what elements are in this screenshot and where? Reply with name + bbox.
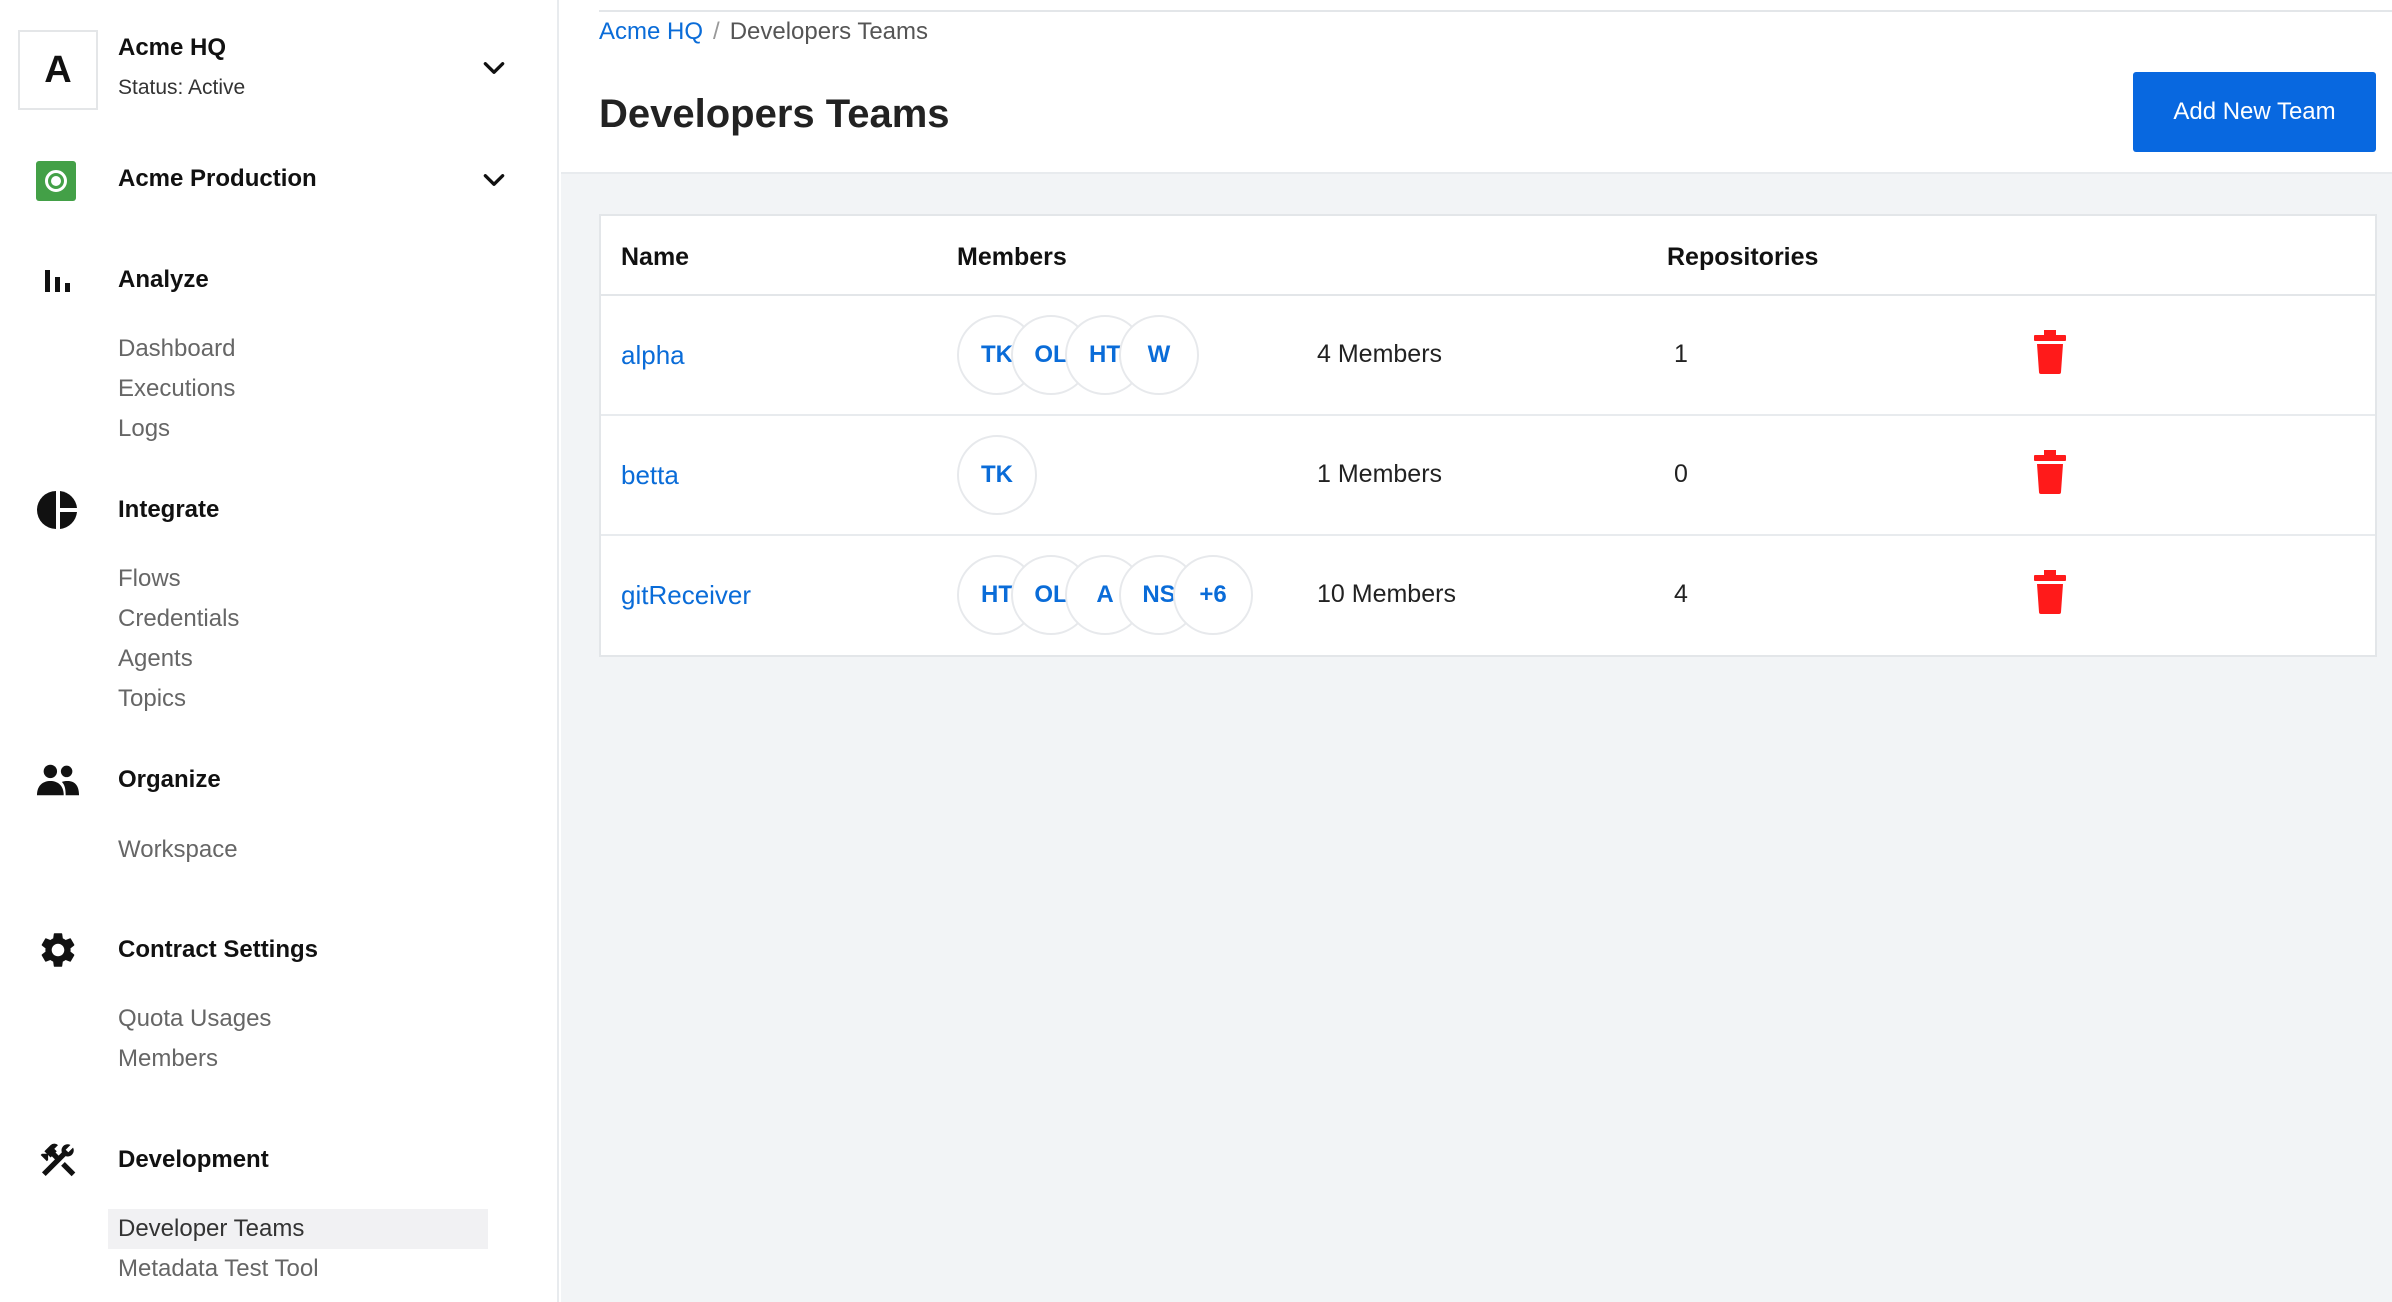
nav-section-title: Organize	[118, 766, 221, 793]
repository-count: 4	[1674, 580, 1688, 608]
trash-icon[interactable]	[2033, 450, 2067, 494]
nav-section-title: Contract Settings	[118, 936, 319, 963]
column-header-repositories: Repositories	[1667, 243, 1819, 271]
sidebar-item-metadata-test-tool[interactable]: Metadata Test Tool	[108, 1249, 488, 1289]
member-count: 4 Members	[1317, 340, 1443, 368]
repository-count: 0	[1674, 460, 1688, 488]
environment-name: Acme Production	[118, 165, 317, 192]
trash-icon[interactable]	[2033, 570, 2067, 614]
pie-chart-icon	[36, 488, 80, 532]
member-count: 1 Members	[1317, 460, 1443, 488]
breadcrumb-current: Developers Teams	[729, 18, 929, 45]
column-header-name: Name	[621, 243, 690, 271]
people-icon	[36, 758, 80, 802]
table-header: Name Members Repositories	[601, 216, 2375, 296]
avatar[interactable]: TK	[957, 435, 1037, 515]
sidebar-item-logs[interactable]: Logs	[108, 409, 488, 449]
member-count: 10 Members	[1317, 580, 1456, 608]
org-switcher[interactable]: A Acme HQ Status: Active	[18, 30, 518, 110]
nav-section-title: Development	[118, 1146, 269, 1173]
table-row: alpha TK OL HT W 4 Members 1	[601, 296, 2375, 416]
team-name-link[interactable]: alpha	[621, 340, 685, 371]
sidebar-item-topics[interactable]: Topics	[108, 679, 488, 719]
sidebar-item-agents[interactable]: Agents	[108, 639, 488, 679]
add-new-team-button[interactable]: Add New Team	[2133, 72, 2376, 152]
main-content: Acme HQ / Developers Teams Developers Team…	[561, 0, 2392, 1302]
sidebar: A Acme HQ Status: Active Acme Production…	[0, 0, 559, 1302]
table-row: betta TK 1 Members 0	[601, 416, 2375, 536]
divider	[599, 10, 2392, 12]
sidebar-item-developer-teams[interactable]: Developer Teams	[108, 1209, 488, 1249]
tools-icon	[36, 1138, 80, 1182]
sidebar-item-quota-usages[interactable]: Quota Usages	[108, 999, 488, 1039]
column-header-members: Members	[957, 243, 1067, 271]
page-title: Developers Teams	[599, 92, 950, 136]
avatar[interactable]: W	[1119, 315, 1199, 395]
chevron-down-icon[interactable]	[480, 166, 508, 194]
team-name-link[interactable]: betta	[621, 460, 679, 491]
nav-section-title: Integrate	[118, 496, 220, 523]
team-name-link[interactable]: gitReceiver	[621, 580, 751, 611]
nav-section-title: Analyze	[118, 266, 209, 293]
more-members-avatar[interactable]: +6	[1173, 555, 1253, 635]
sidebar-item-members[interactable]: Members	[108, 1039, 488, 1079]
page-header: Acme HQ / Developers Teams Developers Team…	[561, 0, 2392, 174]
sidebar-item-flows[interactable]: Flows	[108, 559, 488, 599]
breadcrumb: Acme HQ / Developers Teams	[599, 18, 928, 46]
teams-table: Name Members Repositories alpha TK OL HT…	[599, 214, 2377, 657]
environment-icon	[36, 161, 76, 201]
org-avatar: A	[18, 30, 98, 110]
sidebar-item-workspace[interactable]: Workspace	[108, 830, 488, 870]
org-status: Status: Active	[118, 76, 246, 99]
table-row: gitReceiver HT OL A NS +6 10 Members 4	[601, 536, 2375, 656]
gear-icon	[36, 928, 80, 972]
chevron-down-icon[interactable]	[480, 54, 508, 82]
bar-chart-icon	[36, 258, 80, 302]
sidebar-item-executions[interactable]: Executions	[108, 369, 488, 409]
breadcrumb-root-link[interactable]: Acme HQ	[599, 18, 703, 45]
breadcrumb-separator: /	[713, 18, 720, 45]
sidebar-item-credentials[interactable]: Credentials	[108, 599, 488, 639]
repository-count: 1	[1674, 340, 1688, 368]
environment-switcher[interactable]: Acme Production	[36, 160, 516, 201]
org-name: Acme HQ	[118, 34, 227, 61]
trash-icon[interactable]	[2033, 330, 2067, 374]
sidebar-item-dashboard[interactable]: Dashboard	[108, 329, 488, 369]
